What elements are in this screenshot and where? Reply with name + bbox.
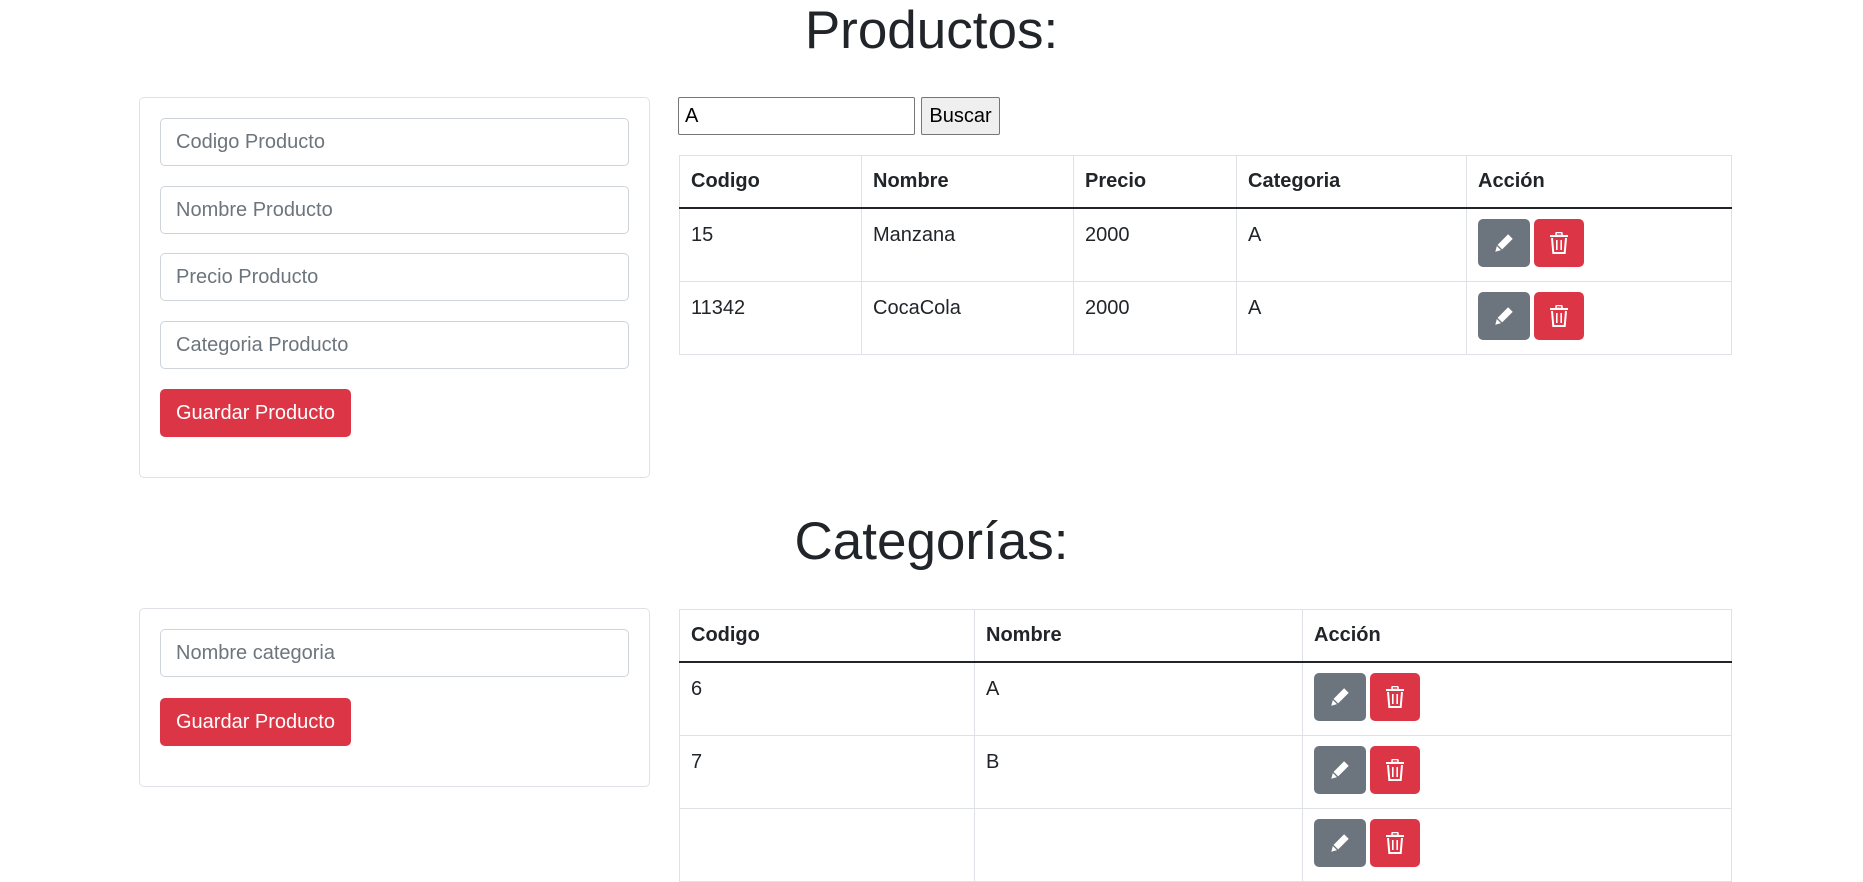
category-form-card: Guardar Producto <box>139 608 650 787</box>
cell-codigo: 6 <box>679 661 975 736</box>
trash-icon <box>1550 231 1568 254</box>
table-row: 11342 CocaCola 2000 A <box>679 280 1732 355</box>
edit-button[interactable] <box>1478 291 1530 340</box>
trash-icon <box>1386 685 1404 708</box>
pencil-icon <box>1331 687 1349 706</box>
product-category-input[interactable] <box>160 321 629 369</box>
cell-nombre: B <box>974 734 1303 809</box>
cell-nombre <box>974 807 1303 882</box>
delete-button[interactable] <box>1534 291 1584 340</box>
products-title: Productos: <box>804 1 1059 60</box>
cell-nombre: A <box>974 661 1303 736</box>
pencil-icon <box>1331 760 1349 779</box>
cell-categoria: A <box>1236 207 1467 282</box>
cell-precio: 2000 <box>1073 280 1237 355</box>
table-row <box>679 807 1732 882</box>
trash-icon <box>1386 831 1404 854</box>
column-header-nombre: Nombre <box>861 155 1074 209</box>
column-header-precio: Precio <box>1073 155 1237 209</box>
save-category-button[interactable]: Guardar Producto <box>160 698 351 746</box>
cell-codigo: 7 <box>679 734 975 809</box>
categories-title: Categorías: <box>794 512 1069 571</box>
products-table: Codigo Nombre Precio Categoria Acción 15… <box>679 155 1732 355</box>
column-header-categoria: Categoria <box>1236 155 1467 209</box>
table-row: 7 B <box>679 734 1732 809</box>
categories-table: Codigo Nombre Acción 6 A 7 B <box>679 609 1732 882</box>
delete-button[interactable] <box>1370 745 1420 794</box>
cell-codigo: 11342 <box>679 280 862 355</box>
column-header-codigo: Codigo <box>679 609 975 663</box>
delete-button[interactable] <box>1534 218 1584 267</box>
search-input[interactable] <box>678 97 915 135</box>
save-product-button[interactable]: Guardar Producto <box>160 389 351 437</box>
edit-button[interactable] <box>1314 818 1366 867</box>
cell-nombre: CocaCola <box>861 280 1074 355</box>
product-name-input[interactable] <box>160 186 629 234</box>
product-price-input[interactable] <box>160 253 629 301</box>
pencil-icon <box>1331 833 1349 852</box>
pencil-icon <box>1495 233 1513 252</box>
pencil-icon <box>1495 306 1513 325</box>
column-header-accion: Acción <box>1302 609 1732 663</box>
cell-precio: 2000 <box>1073 207 1237 282</box>
table-header-row: Codigo Nombre Acción <box>679 609 1732 663</box>
table-row: 6 A <box>679 661 1732 736</box>
column-header-accion: Acción <box>1466 155 1732 209</box>
delete-button[interactable] <box>1370 818 1420 867</box>
cell-actions <box>1302 807 1732 882</box>
product-form-card: Guardar Producto <box>139 97 650 478</box>
table-row: 15 Manzana 2000 A <box>679 207 1732 282</box>
cell-actions <box>1466 280 1732 355</box>
product-code-input[interactable] <box>160 118 629 166</box>
cell-actions <box>1302 661 1732 736</box>
cell-actions <box>1466 207 1732 282</box>
cell-categoria: A <box>1236 280 1467 355</box>
category-name-input[interactable] <box>160 629 629 677</box>
search-button[interactable]: Buscar <box>921 97 1000 135</box>
cell-actions <box>1302 734 1732 809</box>
edit-button[interactable] <box>1314 745 1366 794</box>
edit-button[interactable] <box>1478 218 1530 267</box>
column-header-nombre: Nombre <box>974 609 1303 663</box>
cell-codigo: 15 <box>679 207 862 282</box>
trash-icon <box>1386 758 1404 781</box>
table-header-row: Codigo Nombre Precio Categoria Acción <box>679 155 1732 209</box>
column-header-codigo: Codigo <box>679 155 862 209</box>
trash-icon <box>1550 304 1568 327</box>
cell-nombre: Manzana <box>861 207 1074 282</box>
delete-button[interactable] <box>1370 672 1420 721</box>
edit-button[interactable] <box>1314 672 1366 721</box>
cell-codigo <box>679 807 975 882</box>
